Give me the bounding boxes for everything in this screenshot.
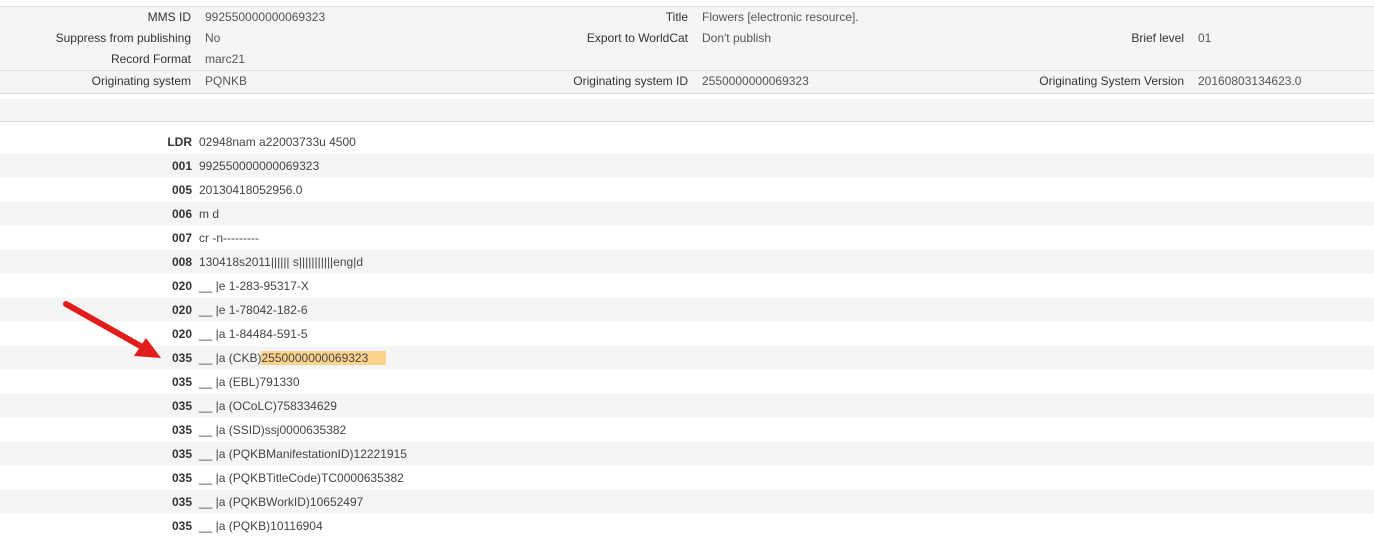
summary-row-4: Originating system PQNKB Originating sys…	[0, 70, 1374, 92]
record-format-label: Record Format	[110, 52, 191, 66]
marc-tag: 020	[171, 279, 192, 293]
marc-field-content: 20130418052956.0	[199, 183, 303, 197]
marc-field-content: __ |a (SSID)ssj0000635382	[199, 423, 347, 437]
marc-field-content: __ |a (PQKBManifestationID)12221915	[199, 447, 407, 461]
export-worldcat-label: Export to WorldCat	[586, 31, 688, 45]
originating-system-id-value: 2550000000069323	[702, 74, 809, 88]
mms-id-label: MMS ID	[147, 10, 191, 24]
marc-field-row: 035 __ |a (PQKBWorkID)10652497	[0, 490, 1374, 514]
marc-tag: 035	[171, 447, 192, 461]
marc-tag: 035	[171, 399, 192, 413]
export-worldcat-value: Don't publish	[702, 31, 771, 45]
marc-tag: 035	[171, 495, 192, 509]
marc-field-prefix: __ |a (CKB)	[199, 351, 262, 365]
marc-tag: 006	[171, 207, 192, 221]
marc-record-list: LDR 02948nam a22003733u 4500 001 9925500…	[0, 130, 1374, 538]
marc-field-content: __ |a (CKB)2550000000069323	[199, 346, 387, 370]
summary-row-3: Record Format marc21	[0, 49, 1374, 70]
suppress-label: Suppress from publishing	[55, 31, 191, 45]
red-arrow-annotation-icon	[63, 301, 161, 358]
marc-field-row: 020 __ |e 1-283-95317-X	[0, 274, 1374, 298]
marc-field-content: m d	[199, 207, 220, 221]
marc-field-content: __ |a (PQKBTitleCode)TC0000635382	[199, 471, 404, 485]
section-divider-band	[0, 99, 1374, 122]
originating-system-value: PQNKB	[205, 74, 248, 88]
marc-field-content: __ |a (PQKB)10116904	[199, 519, 323, 533]
marc-field-content: 02948nam a22003733u 4500	[199, 135, 356, 149]
originating-system-id-label: Originating system ID	[573, 74, 688, 88]
marc-field-row: 035 __ |a (EBL)791330	[0, 370, 1374, 394]
mms-id-value: 992550000000069323	[205, 10, 326, 24]
marc-field-row: 007 cr -n---------	[0, 226, 1374, 250]
highlighted-system-number: 2550000000069323	[261, 351, 387, 365]
marc-field-content: __ |a 1-84484-591-5	[199, 327, 308, 341]
marc-field-content: __ |a (PQKBWorkID)10652497	[199, 495, 364, 509]
marc-tag: 035	[171, 519, 192, 533]
marc-field-row-highlighted: 035 __ |a (CKB)2550000000069323	[0, 346, 1374, 370]
originating-system-label: Originating system	[91, 74, 191, 88]
marc-field-row: 001 992550000000069323	[0, 154, 1374, 178]
marc-field-content: __ |a (OCoLC)758334629	[199, 399, 337, 413]
marc-field-row: 005 20130418052956.0	[0, 178, 1374, 202]
record-summary-panel: MMS ID 992550000000069323 Title Flowers …	[0, 6, 1374, 94]
marc-tag: 035	[171, 375, 192, 389]
title-value: Flowers [electronic resource].	[702, 10, 859, 24]
marc-field-content: 130418s2011|||||| s|||||||||||eng|d	[199, 255, 363, 269]
marc-field-row: 035 __ |a (PQKB)10116904	[0, 514, 1374, 538]
marc-field-row: 020 __ |e 1-78042-182-6	[0, 298, 1374, 322]
marc-field-row: 035 __ |a (PQKBManifestationID)12221915	[0, 442, 1374, 466]
marc-field-row: 035 __ |a (PQKBTitleCode)TC0000635382	[0, 466, 1374, 490]
marc-field-content: __ |a (EBL)791330	[199, 375, 300, 389]
brief-level-value: 01	[1198, 31, 1212, 45]
marc-field-content: cr -n---------	[199, 231, 259, 245]
originating-system-version-label: Originating System Version	[1039, 74, 1184, 88]
marc-tag: 001	[171, 159, 192, 173]
marc-tag: 035	[171, 471, 192, 485]
marc-field-content: 992550000000069323	[199, 159, 320, 173]
record-format-value: marc21	[205, 52, 246, 66]
marc-tag: LDR	[167, 135, 192, 149]
marc-tag: 005	[171, 183, 192, 197]
marc-field-row: 006 m d	[0, 202, 1374, 226]
marc-field-row: 008 130418s2011|||||| s|||||||||||eng|d	[0, 250, 1374, 274]
marc-field-row: 035 __ |a (SSID)ssj0000635382	[0, 418, 1374, 442]
originating-system-version-value: 20160803134623.0	[1198, 74, 1302, 88]
summary-row-1: MMS ID 992550000000069323 Title Flowers …	[0, 7, 1374, 28]
summary-row-2: Suppress from publishing No Export to Wo…	[0, 28, 1374, 49]
marc-tag: 008	[171, 255, 192, 269]
marc-tag: 007	[171, 231, 192, 245]
suppress-value: No	[205, 31, 221, 45]
marc-field-content: __ |e 1-78042-182-6	[199, 303, 308, 317]
title-label: Title	[665, 10, 688, 24]
marc-field-row: 035 __ |a (OCoLC)758334629	[0, 394, 1374, 418]
marc-tag: 035	[171, 423, 192, 437]
marc-field-row: 020 __ |a 1-84484-591-5	[0, 322, 1374, 346]
marc-field-content: __ |e 1-283-95317-X	[199, 279, 309, 293]
marc-field-row: LDR 02948nam a22003733u 4500	[0, 130, 1374, 154]
brief-level-label: Brief level	[1131, 31, 1184, 45]
